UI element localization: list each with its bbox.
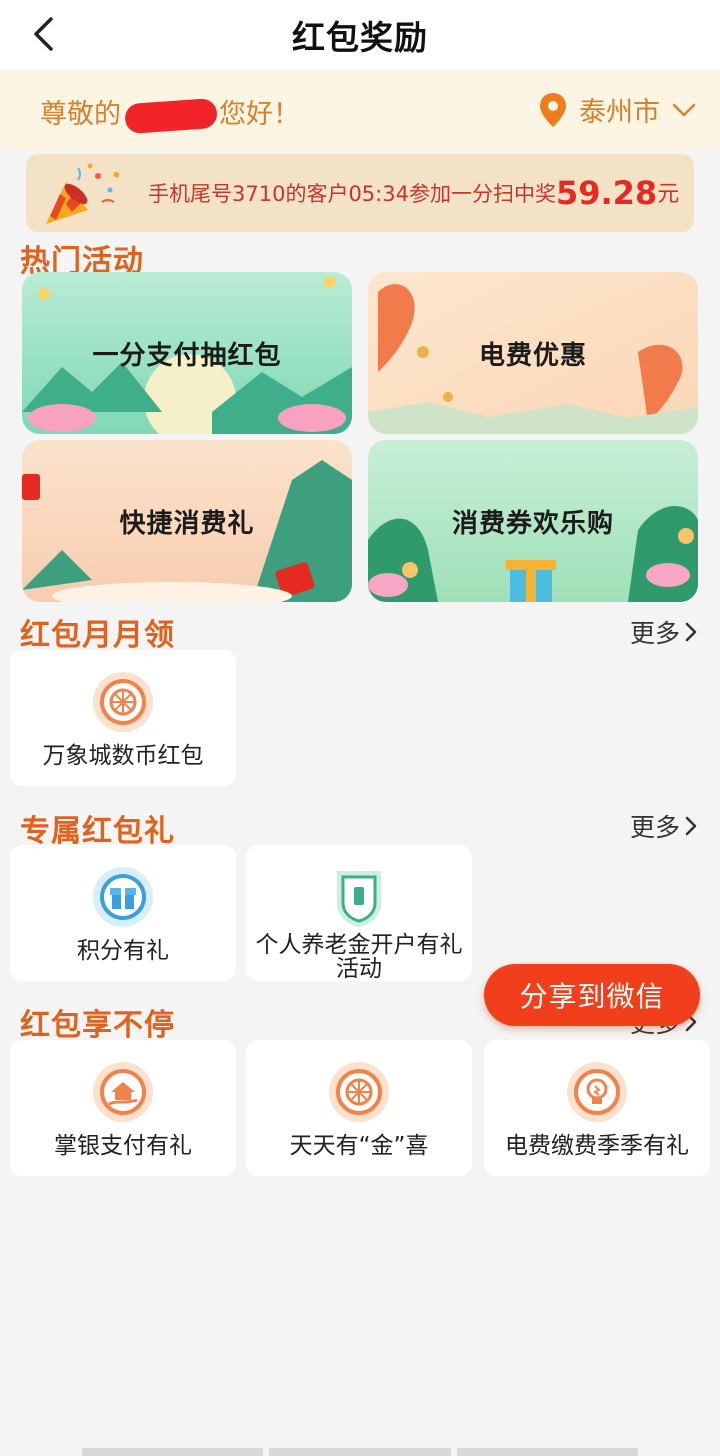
greeting-prefix: 尊敬的 [40,99,121,130]
banner-coupon-happy-shopping[interactable]: 消费券欢乐购 [368,440,698,602]
card-electricity-bill-quarterly-gift[interactable]: 电费缴费季季有礼 [484,1040,710,1176]
strip-segment [269,1448,451,1456]
bottom-tab-strip [82,1448,638,1456]
card-label: 积分有礼 [77,938,169,964]
party-popper-icon [46,163,120,224]
greeting-suffix: 您好！ [219,99,300,130]
share-to-wechat-button[interactable]: 分享到微信 [484,964,700,1026]
more-link-exclusive[interactable]: 更多 [630,808,698,844]
section-title-exclusive: 专属红包礼 [20,814,175,849]
card-pension-account-gift[interactable]: 个人养老金开户有礼 活动 [246,845,472,981]
ticker-message: 手机尾号3710的客户05:34参加一分扫中奖59.28元 [148,174,679,212]
page-title: 红包奖励 [292,18,428,57]
banner-label: 消费券欢乐购 [451,508,614,539]
wheel-icon [329,1062,389,1122]
more-label: 更多 [629,813,680,842]
card-mobile-bank-payment-gift[interactable]: 掌银支付有礼 [10,1040,236,1176]
winner-ticker: 手机尾号3710的客户05:34参加一分扫中奖59.28元 [26,154,694,232]
card-label: 电费缴费季季有礼 [505,1133,689,1159]
location-pin-icon [540,92,566,127]
chevron-left-icon [34,17,53,51]
section-title-monthly: 红包月月领 [20,618,175,653]
strip-segment [456,1448,638,1456]
back-button[interactable] [26,14,62,54]
more-label: 更多 [629,619,680,648]
banner-label: 电费优惠 [478,340,587,371]
prize-unit: 元 [657,182,680,207]
card-label: 掌银支付有礼 [54,1133,192,1159]
card-label-line2: 活动 [336,956,382,982]
card-daily-gold-joy[interactable]: 天天有“金”喜 [246,1040,472,1176]
gift-box-icon [93,867,153,927]
ticker-text: 手机尾号3710的客户05:34参加一分扫中奖 [148,182,556,206]
card-label-line1: 个人养老金开户有礼 [255,932,463,958]
banner-label: 快捷消费礼 [119,508,255,539]
card-label: 天天有“金”喜 [289,1133,429,1159]
city-name: 泰州市 [579,97,660,128]
chevron-right-icon [685,816,697,836]
chevron-down-icon [672,103,696,116]
greeting-text: 尊敬的 您好！ [40,92,300,134]
banner-quick-consumption-gift[interactable]: 快捷消费礼 [22,440,352,602]
strip-segment [82,1448,264,1456]
card-label: 万象城数币红包 [42,743,204,769]
top-nav-bar: 红包奖励 [0,0,720,70]
banner-label: 一分支付抽红包 [92,340,282,371]
shield-icon [337,871,381,927]
card-mixc-digital-red-packet[interactable]: 万象城数币红包 [10,650,236,786]
banner-electricity-discount[interactable]: 电费优惠 [368,272,698,434]
more-link-monthly[interactable]: 更多 [630,614,698,650]
card-points-gift[interactable]: 积分有礼 [10,845,236,981]
chevron-right-icon [685,622,697,642]
city-selector[interactable]: 泰州市 [539,90,696,129]
lightbulb-icon [567,1062,627,1122]
house-hand-icon [93,1062,153,1122]
red-packet-wheel-icon [93,672,153,732]
greeting-bar: 尊敬的 您好！ 泰州市 [0,72,720,150]
redaction-mark [124,97,218,134]
banner-one-cent-lottery[interactable]: 一分支付抽红包 [22,272,352,434]
prize-amount: 59.28 [555,174,658,212]
section-title-nonstop: 红包享不停 [20,1008,175,1043]
